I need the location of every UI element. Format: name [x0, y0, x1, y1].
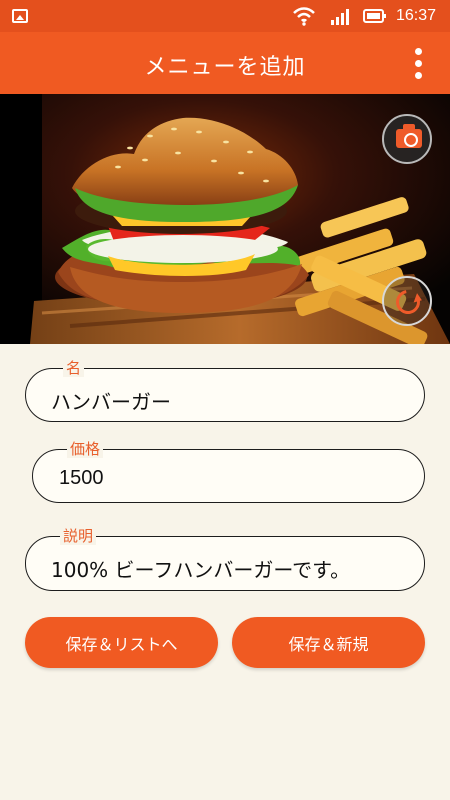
battery-icon [363, 9, 386, 23]
camera-icon [396, 124, 422, 148]
price-input[interactable]: 1500 [59, 467, 104, 490]
rotate-image-button[interactable] [382, 276, 432, 326]
save-and-list-button[interactable]: 保存＆リストへ [25, 617, 218, 668]
overflow-menu-icon-dot [415, 72, 422, 79]
name-label: 名 [63, 359, 85, 377]
menu-photo[interactable] [0, 94, 450, 344]
overflow-menu-icon-dot [415, 60, 422, 67]
camera-button[interactable] [382, 114, 432, 164]
image-notification-icon [12, 9, 28, 23]
description-input[interactable]: 100% ビーフハンバーガーです。 [51, 554, 350, 583]
overflow-menu-icon [415, 48, 422, 55]
price-field[interactable]: 価格 1500 [32, 440, 425, 503]
overflow-menu-button[interactable] [404, 44, 432, 82]
price-label: 価格 [67, 440, 104, 458]
app-bar: メニューを追加 [0, 32, 450, 94]
wifi-icon [293, 7, 315, 26]
rotate-icon [391, 285, 425, 319]
description-field[interactable]: 説明 100% ビーフハンバーガーです。 [25, 527, 425, 591]
page-title: メニューを追加 [144, 55, 306, 80]
status-bar: 16:37 [0, 0, 450, 32]
save-and-new-button[interactable]: 保存＆新規 [232, 617, 425, 668]
name-input[interactable]: ハンバーガー [51, 386, 171, 415]
name-field[interactable]: 名 ハンバーガー [25, 359, 425, 422]
description-label: 説明 [60, 527, 97, 545]
status-time: 16:37 [396, 7, 437, 24]
cellular-signal-icon [331, 9, 349, 25]
